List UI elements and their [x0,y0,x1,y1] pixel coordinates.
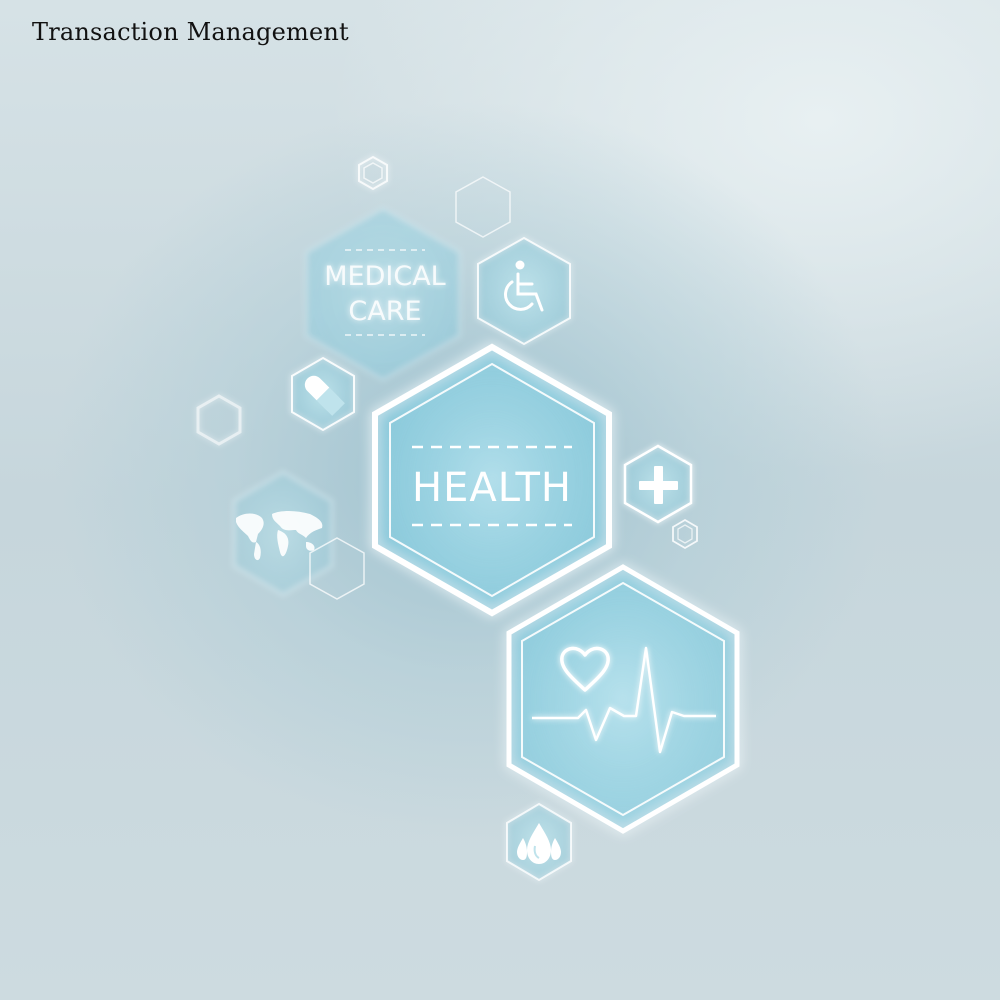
world-map-hexagon [233,470,333,597]
heartbeat-hexagon [506,564,740,834]
pill-hexagon [291,356,355,432]
outline-hexagon [455,176,511,238]
health-hexagon-graphic: MEDICAL CARE HEALTH [196,155,740,882]
health-label: HEALTH [412,465,572,511]
small-hexagon-inner [363,162,383,184]
small-hexagon-outline [358,155,388,191]
small-hexagon-left [196,394,242,446]
medical-care-hexagon [305,206,461,382]
water-drops-hexagon [506,802,572,882]
small-hexagon-right [672,518,698,550]
plus-hexagon [623,444,693,524]
wheelchair-hexagon [477,236,571,346]
care-label: CARE [348,296,421,327]
medical-label: MEDICAL [324,261,445,292]
health-hexagon: HEALTH [372,343,612,617]
